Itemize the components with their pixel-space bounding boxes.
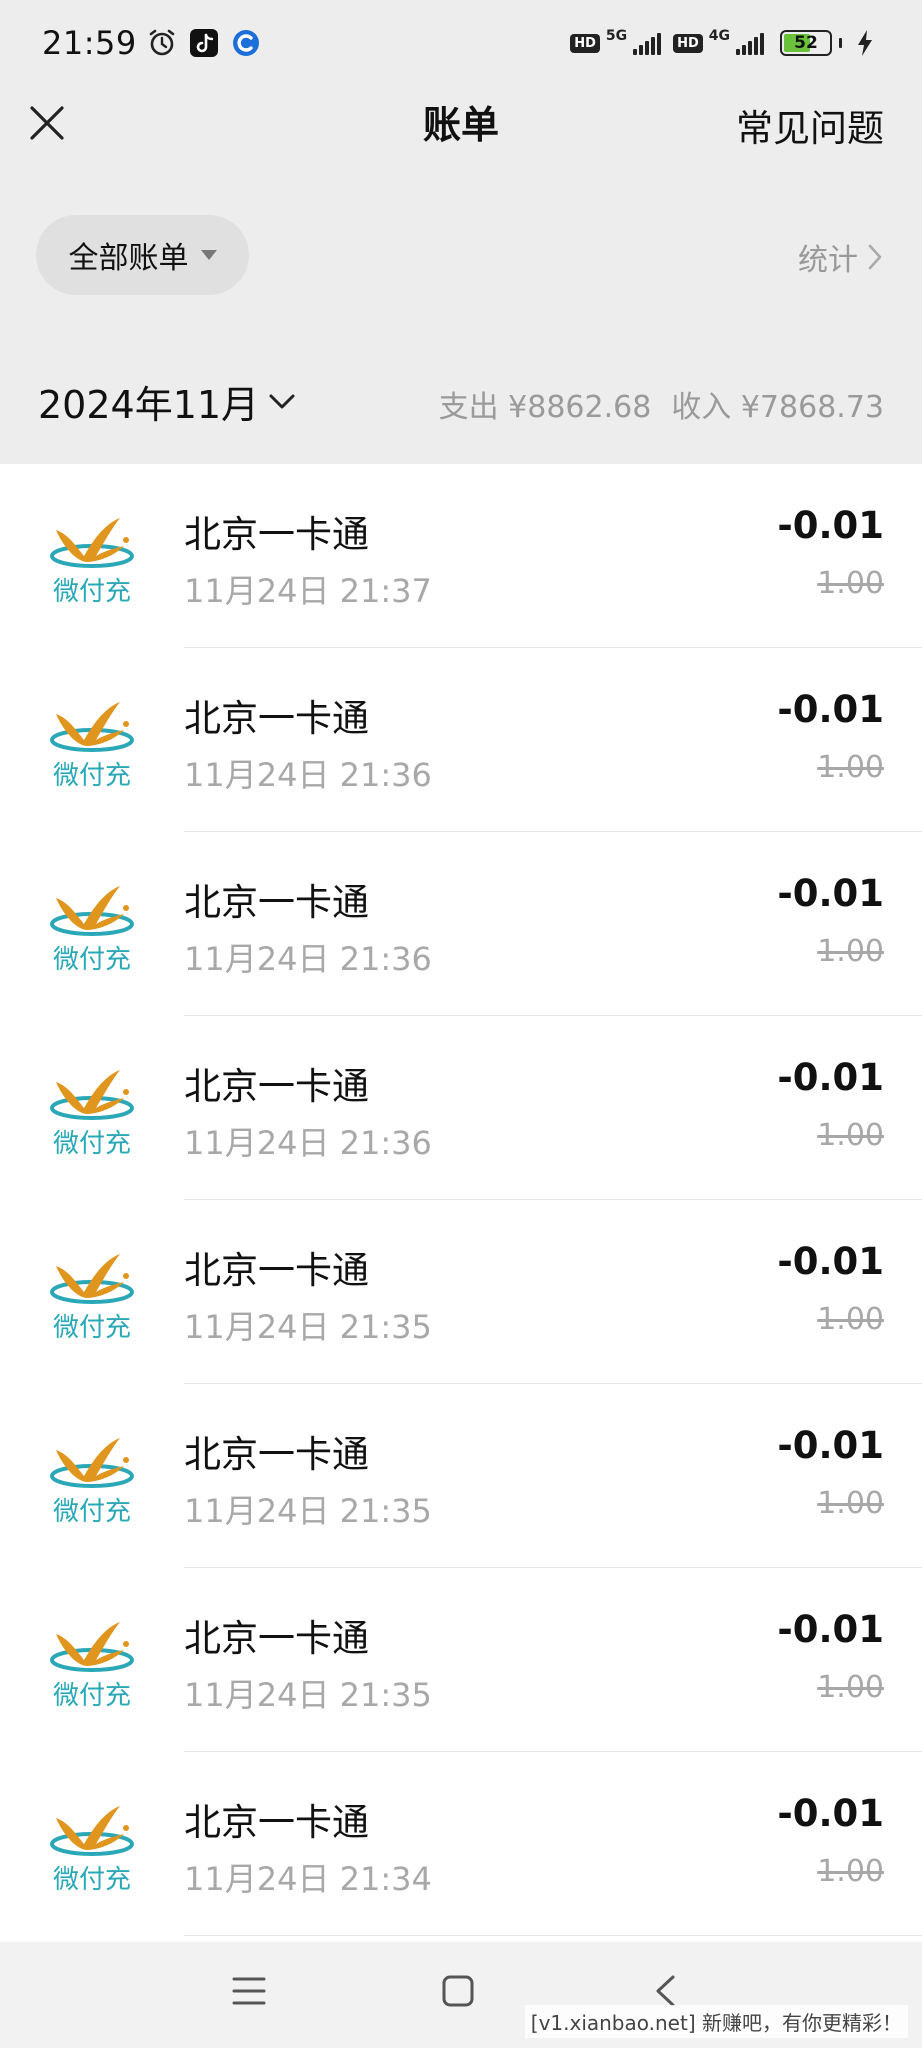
transaction-row[interactable]: 微付充 北京一卡通 11月24日 21:36 -0.01 1.00 bbox=[0, 648, 922, 832]
network-type-label: 5G bbox=[605, 28, 628, 44]
transaction-time: 11月24日 21:36 bbox=[184, 940, 432, 978]
merchant-logo-text: 微付充 bbox=[53, 945, 131, 975]
transaction-time: 11月24日 21:37 bbox=[184, 572, 432, 610]
menu-button[interactable] bbox=[226, 1968, 272, 2014]
transaction-row[interactable]: 微付充 北京一卡通 11月24日 21:35 -0.01 1.00 bbox=[0, 1200, 922, 1384]
merchant-logo-icon: 微付充 bbox=[50, 886, 134, 975]
transaction-amount: -0.01 bbox=[777, 872, 884, 915]
merchant-name: 北京一卡通 bbox=[184, 1617, 369, 1660]
back-chevron-icon bbox=[656, 1975, 675, 2007]
merchant-name: 北京一卡通 bbox=[184, 1801, 369, 1844]
transaction-amount: -0.01 bbox=[777, 504, 884, 547]
month-row: 2024年11月 支出 ¥8862.68 收入 ¥7868.73 bbox=[0, 360, 922, 440]
merchant-logo-text: 微付充 bbox=[53, 1497, 131, 1527]
merchant-logo-text: 微付充 bbox=[53, 761, 131, 791]
status-bar: 21:59 HD 5G HD 4G 52 bbox=[0, 0, 922, 86]
merchant-logo-text: 微付充 bbox=[53, 1865, 131, 1895]
merchant-name: 北京一卡通 bbox=[184, 1433, 369, 1476]
nav-bar: 账单 常见问题 bbox=[0, 86, 922, 186]
stats-link[interactable]: 统计 bbox=[798, 235, 882, 279]
faq-link[interactable]: 常见问题 bbox=[736, 98, 884, 152]
merchant-logo-icon: 微付充 bbox=[50, 518, 134, 607]
chevron-down-icon bbox=[269, 394, 295, 408]
battery-icon: 52 bbox=[780, 30, 832, 56]
status-time: 21:59 bbox=[42, 24, 137, 62]
battery-level: 52 bbox=[794, 33, 818, 53]
transaction-time: 11月24日 21:36 bbox=[184, 1124, 432, 1162]
merchant-logo-text: 微付充 bbox=[53, 1129, 131, 1159]
income-total: 收入 ¥7868.73 bbox=[671, 390, 884, 425]
signal-strength-icon-2 bbox=[736, 31, 764, 55]
merchant-name: 北京一卡通 bbox=[184, 1065, 369, 1108]
original-amount: 1.00 bbox=[817, 750, 884, 785]
transaction-row[interactable]: 微付充 北京一卡通 11月24日 21:37 -0.01 1.00 bbox=[0, 464, 922, 648]
stats-label: 统计 bbox=[798, 243, 858, 278]
transaction-amount: -0.01 bbox=[777, 1424, 884, 1467]
month-selector[interactable]: 2024年11月 bbox=[38, 374, 295, 429]
original-amount: 1.00 bbox=[817, 1486, 884, 1521]
transaction-row[interactable]: 微付充 北京一卡通 11月24日 21:36 -0.01 1.00 bbox=[0, 1016, 922, 1200]
expense-total: 支出 ¥8862.68 bbox=[438, 390, 652, 425]
transaction-row[interactable]: 微付充 北京一卡通 11月24日 21:34 -0.01 1.00 bbox=[0, 1752, 922, 1936]
transaction-time: 11月24日 21:35 bbox=[184, 1308, 432, 1346]
row-divider bbox=[184, 1935, 922, 1936]
original-amount: 1.00 bbox=[817, 934, 884, 969]
watermark-text: [v1.xianbao.net] 新赚吧，有你更精彩！ bbox=[524, 2005, 908, 2038]
original-amount: 1.00 bbox=[817, 1118, 884, 1153]
merchant-logo-icon: 微付充 bbox=[50, 1070, 134, 1159]
status-right: HD 5G HD 4G 52 bbox=[570, 26, 882, 60]
merchant-logo-icon: 微付充 bbox=[50, 702, 134, 791]
home-button[interactable] bbox=[435, 1968, 481, 2014]
network-type-label-2: 4G bbox=[708, 28, 730, 44]
transaction-row[interactable]: 微付充 北京一卡通 11月24日 21:35 -0.01 1.00 bbox=[0, 1384, 922, 1568]
transaction-amount: -0.01 bbox=[777, 1240, 884, 1283]
merchant-name: 北京一卡通 bbox=[184, 513, 369, 556]
merchant-logo-text: 微付充 bbox=[53, 577, 131, 607]
transaction-row[interactable]: 微付充 北京一卡通 11月24日 21:36 -0.01 1.00 bbox=[0, 832, 922, 1016]
hd-badge-2: HD bbox=[673, 33, 703, 53]
merchant-logo-text: 微付充 bbox=[53, 1681, 131, 1711]
bill-filter-dropdown[interactable]: 全部账单 bbox=[36, 215, 249, 295]
home-square-icon bbox=[442, 1975, 474, 2007]
browser-app-icon bbox=[229, 26, 263, 60]
transaction-time: 11月24日 21:35 bbox=[184, 1492, 432, 1530]
merchant-name: 北京一卡通 bbox=[184, 881, 369, 924]
alarm-clock-icon bbox=[145, 26, 179, 60]
transaction-amount: -0.01 bbox=[777, 1608, 884, 1651]
tiktok-icon bbox=[187, 26, 221, 60]
merchant-logo-icon: 微付充 bbox=[50, 1622, 134, 1711]
hd-badge: HD bbox=[570, 33, 600, 53]
menu-icon bbox=[232, 1977, 266, 2005]
charging-icon bbox=[848, 26, 882, 60]
transaction-amount: -0.01 bbox=[777, 688, 884, 731]
chevron-right-icon bbox=[868, 244, 882, 270]
original-amount: 1.00 bbox=[817, 566, 884, 601]
merchant-name: 北京一卡通 bbox=[184, 1249, 369, 1292]
transaction-amount: -0.01 bbox=[777, 1792, 884, 1835]
transaction-time: 11月24日 21:34 bbox=[184, 1860, 432, 1898]
transaction-amount: -0.01 bbox=[777, 1056, 884, 1099]
signal-strength-icon bbox=[633, 31, 662, 55]
merchant-logo-text: 微付充 bbox=[53, 1313, 131, 1343]
caret-down-icon bbox=[200, 250, 217, 260]
merchant-logo-icon: 微付充 bbox=[50, 1438, 134, 1527]
merchant-logo-icon: 微付充 bbox=[50, 1806, 134, 1895]
merchant-logo-icon: 微付充 bbox=[50, 1254, 134, 1343]
original-amount: 1.00 bbox=[817, 1302, 884, 1337]
month-summary: 支出 ¥8862.68 收入 ¥7868.73 bbox=[439, 382, 884, 426]
transaction-time: 11月24日 21:35 bbox=[184, 1676, 432, 1714]
transaction-time: 11月24日 21:36 bbox=[184, 756, 432, 794]
battery-tip bbox=[839, 38, 842, 48]
month-label: 2024年11月 bbox=[38, 383, 260, 427]
transaction-list: 微付充 北京一卡通 11月24日 21:37 -0.01 1.00 微付充 北京… bbox=[0, 464, 922, 1942]
filter-row: 全部账单 统计 bbox=[0, 215, 922, 295]
merchant-name: 北京一卡通 bbox=[184, 697, 369, 740]
status-left: 21:59 bbox=[42, 24, 263, 62]
transaction-row[interactable]: 微付充 北京一卡通 11月24日 21:35 -0.01 1.00 bbox=[0, 1568, 922, 1752]
system-nav-bar: [v1.xianbao.net] 新赚吧，有你更精彩！ bbox=[0, 1942, 922, 2048]
bill-filter-label: 全部账单 bbox=[68, 241, 189, 276]
original-amount: 1.00 bbox=[817, 1854, 884, 1889]
original-amount: 1.00 bbox=[817, 1670, 884, 1705]
